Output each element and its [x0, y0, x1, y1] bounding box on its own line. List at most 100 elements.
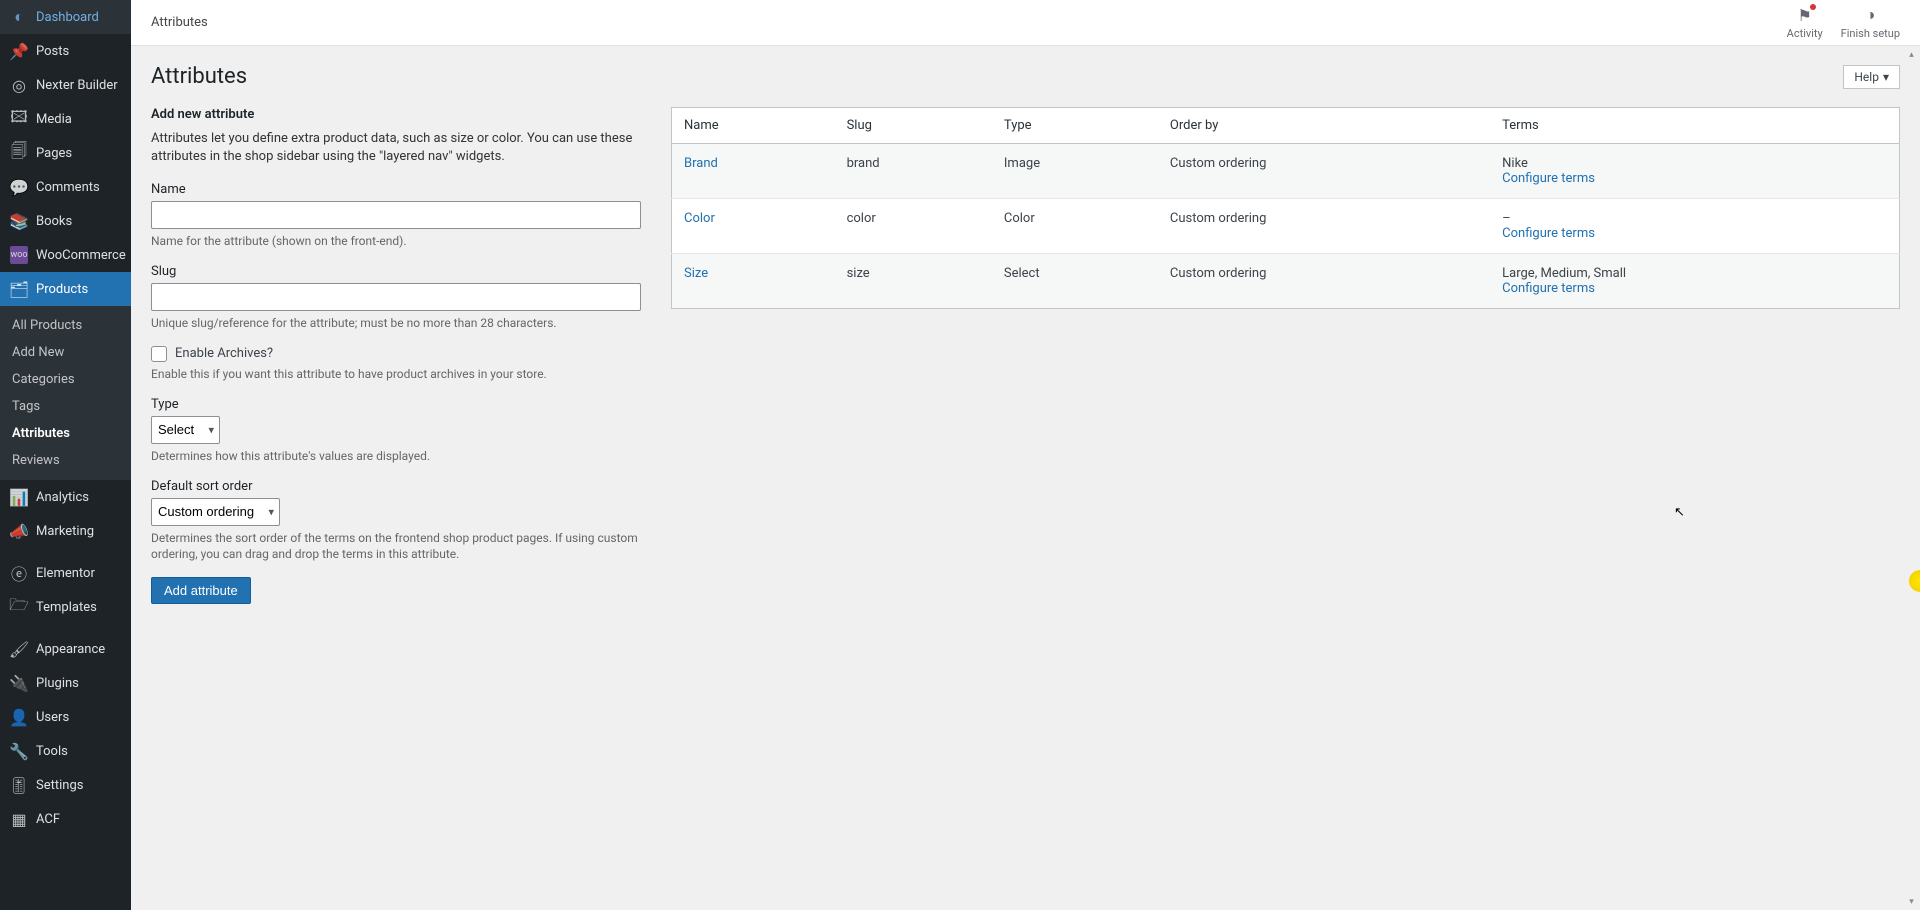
slug-help: Unique slug/reference for the attribute;… [151, 315, 641, 332]
sidebar-item-label: WooCommerce [36, 248, 126, 263]
sidebar-item-nexter[interactable]: ◎Nexter Builder [0, 68, 131, 102]
sidebar-item-plugins[interactable]: 🔌Plugins [0, 666, 131, 700]
configure-terms-link[interactable]: Configure terms [1502, 281, 1887, 296]
sidebar-item-templates[interactable]: 🗁Templates [0, 590, 131, 624]
sliders-icon: 🎚 [10, 776, 28, 794]
attr-slug: brand [835, 144, 992, 199]
help-toggle[interactable]: Help▾ [1843, 65, 1900, 89]
attr-terms: – [1502, 211, 1511, 226]
marketing-icon: 📣 [10, 522, 28, 540]
scroll-up-button[interactable]: ▴ [1903, 46, 1920, 63]
activity-label: Activity [1787, 27, 1823, 40]
add-attribute-button[interactable]: Add attribute [151, 577, 251, 604]
sidebar-item-tools[interactable]: 🔧Tools [0, 734, 131, 768]
configure-terms-link[interactable]: Configure terms [1502, 171, 1887, 186]
th-type: Type [992, 108, 1158, 144]
sidebar-item-woocommerce[interactable]: woo WooCommerce [0, 238, 131, 272]
sort-label: Default sort order [151, 479, 641, 494]
name-input[interactable] [151, 201, 641, 229]
flag-icon: ⚑ [1797, 6, 1811, 25]
archives-help: Enable this if you want this attribute t… [151, 366, 641, 383]
sidebar-item-label: ACF [36, 812, 60, 827]
woo-icon: woo [10, 246, 28, 264]
attr-terms: Nike [1502, 156, 1528, 171]
sidebar-item-label: Elementor [36, 566, 95, 581]
products-icon: 🗂 [10, 280, 28, 298]
submenu-all-products[interactable]: All Products [0, 312, 131, 339]
attr-type: Color [992, 199, 1158, 254]
sidebar-item-products[interactable]: 🗂 Products [0, 272, 131, 306]
sidebar-item-label: Analytics [36, 490, 89, 505]
activity-button[interactable]: ⚑ Activity [1787, 6, 1823, 40]
enable-archives-checkbox[interactable] [151, 346, 167, 362]
attr-name-link[interactable]: Color [684, 211, 715, 226]
admin-sidebar: ◐Dashboard 📌Posts ◎Nexter Builder 🖾Media… [0, 0, 131, 910]
sidebar-item-label: Media [36, 112, 72, 127]
sidebar-item-analytics[interactable]: 📊Analytics [0, 480, 131, 514]
acf-icon: ▦ [10, 810, 28, 828]
submenu-categories[interactable]: Categories [0, 366, 131, 393]
attr-order: Custom ordering [1158, 254, 1490, 309]
submenu-add-new[interactable]: Add New [0, 339, 131, 366]
elementor-icon: ⓔ [10, 564, 28, 582]
enable-archives-label: Enable Archives? [175, 346, 273, 361]
sidebar-item-label: Settings [36, 778, 83, 793]
name-help: Name for the attribute (shown on the fro… [151, 233, 641, 250]
form-title: Add new attribute [151, 107, 641, 122]
sort-select[interactable]: Custom ordering [151, 498, 280, 526]
sidebar-item-label: Marketing [36, 524, 94, 539]
sidebar-item-marketing[interactable]: 📣 Marketing [0, 514, 131, 548]
type-label: Type [151, 397, 641, 412]
templates-icon: 🗁 [10, 598, 28, 616]
sidebar-item-elementor[interactable]: ⓔ Elementor [0, 556, 131, 590]
th-terms: Terms [1490, 108, 1899, 144]
type-help: Determines how this attribute's values a… [151, 448, 641, 465]
scroll-down-button[interactable]: ▾ [1903, 893, 1920, 910]
add-attribute-form: Add new attribute Attributes let you def… [151, 107, 641, 604]
sort-help: Determines the sort order of the terms o… [151, 530, 641, 564]
attr-type: Image [992, 144, 1158, 199]
th-name: Name [672, 108, 835, 144]
sidebar-item-settings[interactable]: 🎚 Settings [0, 768, 131, 802]
chevron-down-icon: ▾ [1883, 70, 1889, 84]
sidebar-item-comments[interactable]: 💬 Comments [0, 170, 131, 204]
sidebar-item-label: Appearance [36, 642, 105, 657]
sidebar-item-posts[interactable]: 📌Posts [0, 34, 131, 68]
sidebar-item-pages[interactable]: 🗐 Pages [0, 136, 131, 170]
scrollbar[interactable]: ▴ ▾ [1903, 46, 1920, 910]
sidebar-item-label: Pages [36, 146, 72, 161]
finish-setup-button[interactable]: ◑ Finish setup [1841, 5, 1900, 40]
type-select[interactable]: Select [151, 416, 220, 444]
slug-label: Slug [151, 264, 641, 279]
notification-dot [1810, 4, 1816, 10]
sidebar-item-label: Comments [36, 180, 100, 195]
pin-icon: 📌 [10, 42, 28, 60]
book-icon: 📚 [10, 212, 28, 230]
slug-input[interactable] [151, 283, 641, 311]
attr-name-link[interactable]: Brand [684, 156, 718, 171]
sidebar-item-dashboard[interactable]: ◐Dashboard [0, 0, 131, 34]
sidebar-item-label: Nexter Builder [36, 78, 118, 93]
sidebar-item-media[interactable]: 🖾Media [0, 102, 131, 136]
products-submenu: All Products Add New Categories Tags Att… [0, 306, 131, 480]
sidebar-item-label: Users [36, 710, 69, 725]
submenu-reviews[interactable]: Reviews [0, 447, 131, 474]
th-slug: Slug [835, 108, 992, 144]
attr-name-link[interactable]: Size [684, 266, 708, 281]
pages-icon: 🗐 [10, 144, 28, 162]
attr-slug: color [835, 199, 992, 254]
sidebar-item-users[interactable]: 👤Users [0, 700, 131, 734]
attr-terms: Large, Medium, Small [1502, 266, 1626, 281]
sidebar-item-appearance[interactable]: 🖌Appearance [0, 632, 131, 666]
comments-icon: 💬 [10, 178, 28, 196]
sidebar-item-label: Books [36, 214, 72, 229]
submenu-tags[interactable]: Tags [0, 393, 131, 420]
sidebar-item-books[interactable]: 📚 Books [0, 204, 131, 238]
sidebar-item-acf[interactable]: ▦ ACF [0, 802, 131, 836]
submenu-attributes[interactable]: Attributes [0, 420, 131, 447]
attributes-table: Name Slug Type Order by Terms Brand bran… [671, 107, 1900, 309]
sidebar-item-label: Products [36, 282, 88, 297]
configure-terms-link[interactable]: Configure terms [1502, 226, 1887, 241]
sidebar-item-label: Plugins [36, 676, 79, 691]
attr-order: Custom ordering [1158, 199, 1490, 254]
